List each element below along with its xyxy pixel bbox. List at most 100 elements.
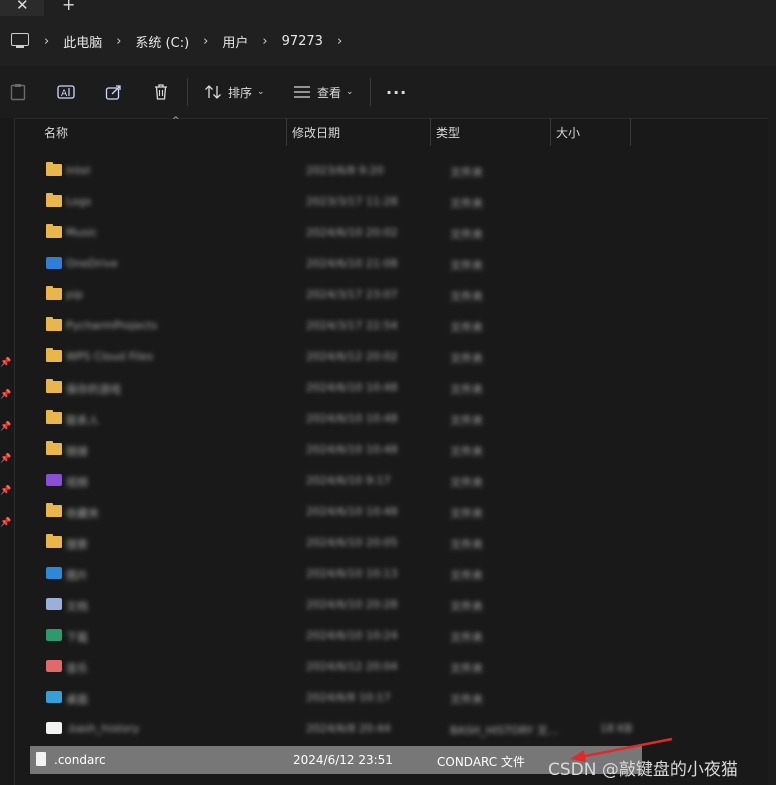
- file-date: 2024/6/10 10:48: [306, 443, 398, 456]
- chevron-right-icon[interactable]: ›: [337, 34, 342, 49]
- column-type[interactable]: 类型: [436, 124, 460, 141]
- file-name: 联系人: [66, 414, 99, 427]
- view-icon: [294, 86, 310, 98]
- file-row[interactable]: 链接 2024/6/10 10:48 文件夹: [28, 436, 642, 464]
- breadcrumb-item[interactable]: 系统 (C:): [135, 32, 189, 51]
- paste-button[interactable]: [10, 66, 26, 118]
- file-name: WPS Cloud Files: [66, 350, 154, 363]
- file-row[interactable]: 文档 2024/6/10 20:28 文件夹: [28, 591, 642, 619]
- toolbar-divider: [370, 78, 371, 106]
- column-divider[interactable]: [430, 118, 431, 146]
- share-button[interactable]: [105, 66, 123, 118]
- file-row[interactable]: 视频 2024/6/10 9:17 文件夹: [28, 467, 642, 495]
- file-date: 2024/6/10 20:28: [306, 598, 398, 611]
- file-row[interactable]: Logs 2023/3/17 11:28 文件夹: [28, 188, 642, 216]
- file-row[interactable]: 收藏夹 2024/6/10 10:48 文件夹: [28, 498, 642, 526]
- column-divider[interactable]: [286, 118, 287, 146]
- file-name: 图片: [66, 569, 88, 582]
- file-row[interactable]: Music 2024/6/10 20:02 文件夹: [28, 219, 642, 247]
- this-pc-icon[interactable]: [11, 33, 29, 48]
- vertical-scrollbar[interactable]: [768, 118, 776, 785]
- column-divider[interactable]: [630, 118, 631, 146]
- file-row[interactable]: WPS Cloud Files 2024/6/12 20:02 文件夹: [28, 343, 642, 371]
- file-row[interactable]: 下载 2024/6/10 10:24 文件夹: [28, 622, 642, 650]
- pin-icon[interactable]: 📌: [0, 358, 11, 368]
- file-type: 文件夹: [450, 538, 483, 551]
- file-date: 2024/6/10 10:48: [306, 381, 398, 394]
- column-name[interactable]: 名称: [44, 124, 68, 141]
- chevron-down-icon: ⌄: [257, 87, 265, 97]
- file-name: 收藏夹: [66, 507, 99, 520]
- column-size[interactable]: 大小: [556, 124, 580, 141]
- file-row[interactable]: .bash_history 2024/6/8 20:44 BASH_HISTORY …: [28, 715, 642, 743]
- sort-label: 排序: [228, 85, 253, 100]
- delete-button[interactable]: [153, 66, 169, 118]
- pin-icon[interactable]: 📌: [0, 486, 11, 496]
- file-size: 18 KB: [600, 722, 633, 735]
- folder-icon: [46, 441, 62, 455]
- chevron-right-icon[interactable]: ›: [262, 34, 267, 49]
- file-name: 视频: [66, 476, 88, 489]
- more-options-button[interactable]: ···: [386, 66, 407, 118]
- chevron-right-icon[interactable]: ›: [203, 34, 208, 49]
- chevron-right-icon[interactable]: ›: [44, 34, 49, 49]
- file-row[interactable]: 搜索 2024/6/10 20:05 文件夹: [28, 529, 642, 557]
- pin-icon[interactable]: 📌: [0, 518, 11, 528]
- new-tab-icon[interactable]: +: [62, 0, 75, 14]
- folder-icon: [46, 410, 62, 424]
- folder-icon: [46, 317, 62, 331]
- file-type: 文件夹: [450, 197, 483, 210]
- pin-icon[interactable]: 📌: [0, 422, 11, 432]
- breadcrumb-item[interactable]: 用户: [222, 32, 248, 51]
- file-type: 文件夹: [450, 228, 483, 241]
- file-type: 文件夹: [450, 166, 483, 179]
- close-tab-icon[interactable]: ✕: [16, 0, 29, 14]
- file-icon: [36, 752, 46, 766]
- column-divider[interactable]: [550, 118, 551, 146]
- pin-icon[interactable]: 📌: [0, 454, 11, 464]
- file-row[interactable]: 联系人 2024/6/10 10:48 文件夹: [28, 405, 642, 433]
- file-row[interactable]: Intel 2023/6/8 9:20 文件夹: [28, 157, 642, 185]
- folder-icon: [46, 224, 62, 238]
- rename-button[interactable]: A: [57, 66, 75, 118]
- folder-icon: [46, 193, 62, 207]
- folder-icon: [46, 503, 62, 517]
- file-name: Music: [66, 226, 98, 239]
- file-date: 2023/6/8 9:20: [306, 164, 384, 177]
- view-button[interactable]: 查看 ⌄: [293, 66, 354, 118]
- file-date: 2024/6/8 10:17: [306, 691, 391, 704]
- file-row[interactable]: 图片 2024/6/10 10:13 文件夹: [28, 560, 642, 588]
- file-date: 2024/6/8 20:44: [306, 722, 391, 735]
- chevron-right-icon[interactable]: ›: [116, 34, 121, 49]
- more-icon: ···: [386, 82, 408, 102]
- pin-icon[interactable]: 📌: [0, 390, 11, 400]
- documents-icon: [46, 598, 62, 610]
- chevron-down-icon: ⌄: [346, 87, 354, 97]
- file-date: 2024/6/12 20:02: [306, 350, 398, 363]
- file-type: 文件夹: [450, 631, 483, 644]
- music-icon: [46, 660, 62, 672]
- file-type: 文件夹: [450, 693, 483, 706]
- file-date: 2023/3/17 11:28: [306, 195, 398, 208]
- file-name: .condarc: [54, 753, 106, 767]
- address-bar[interactable]: › 此电脑 › 系统 (C:) › 用户 › 97273 ›: [0, 16, 776, 66]
- svg-text:A: A: [61, 89, 68, 99]
- file-row[interactable]: OneDrive 2024/6/10 21:08 文件夹: [28, 250, 642, 278]
- file-name: .bash_history: [66, 722, 140, 735]
- file-type: 文件夹: [450, 290, 483, 303]
- file-type: 文件夹: [450, 445, 483, 458]
- file-row[interactable]: 音乐 2024/6/12 20:04 文件夹: [28, 653, 642, 681]
- file-row[interactable]: 保存的游戏 2024/6/10 10:48 文件夹: [28, 374, 642, 402]
- breadcrumb-item[interactable]: 97273: [282, 34, 323, 49]
- file-row[interactable]: pip 2024/3/17 23:07 文件夹: [28, 281, 642, 309]
- video-icon: [46, 474, 62, 486]
- breadcrumb-item[interactable]: 此电脑: [63, 32, 102, 51]
- sort-button[interactable]: 排序 ⌄: [204, 66, 265, 118]
- file-name: 链接: [66, 445, 88, 458]
- trash-icon: [155, 84, 167, 100]
- column-date[interactable]: 修改日期: [292, 124, 340, 141]
- breadcrumb: › 此电脑 › 系统 (C:) › 用户 › 97273 ›: [44, 32, 356, 51]
- file-type: 文件夹: [450, 321, 483, 334]
- file-row[interactable]: PycharmProjects 2024/3/17 22:54 文件夹: [28, 312, 642, 340]
- file-row[interactable]: 桌面 2024/6/8 10:17 文件夹: [28, 684, 642, 712]
